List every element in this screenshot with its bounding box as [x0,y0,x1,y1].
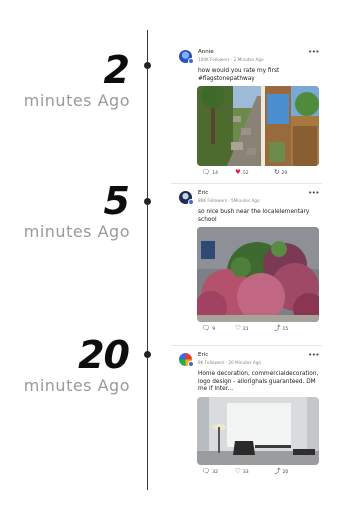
more-horizontal-icon[interactable]: ••• [308,189,319,197]
share-button[interactable]: ⤴ 15 [274,325,288,332]
username[interactable]: Annie [198,49,214,55]
timeline-dot [144,351,151,358]
share-count: 20 [282,469,289,475]
comment-button[interactable]: 🗨 14 [202,169,218,176]
comment-icon: 🗨 [202,168,211,176]
share-icon: ⤴ [274,324,281,332]
like-count: 21 [242,326,249,332]
post-image[interactable] [197,227,319,322]
comment-count: 14 [212,170,218,176]
comment-icon: 🗨 [202,324,211,332]
post-image[interactable] [197,396,319,465]
verified-badge-icon [188,58,194,64]
timeline-line [147,30,148,490]
post-meta: 100K Followers · 2 Minutes Ago [198,57,264,62]
like-button[interactable]: ♡ 33 [235,466,249,475]
more-horizontal-icon[interactable]: ••• [308,48,319,56]
post-divider [171,183,322,184]
post-caption: so nice bush near the localelementary sc… [198,209,310,223]
like-button[interactable]: ♥ 52 [235,169,249,176]
heart-icon: ♡ [235,324,241,332]
verified-badge-icon [188,361,194,367]
post-card[interactable]: Eric 86K Followers · 5Minutes Ago ••• so… [171,189,322,334]
post-meta: 8K Followers · 20 Minutes Ago [198,360,261,365]
share-icon: ↻ [274,168,280,176]
post-caption: Home decoration, commercialdecoration, l… [198,371,319,392]
heart-icon: ♥ [235,168,241,176]
share-count: 15 [282,326,289,332]
more-horizontal-icon[interactable]: ••• [308,351,319,359]
post-divider [171,345,322,346]
post-header: Annie 100K Followers · 2 Minutes Ago ••• [171,48,322,65]
timeline-dot [144,198,151,205]
time-number: 2 [103,48,130,92]
share-icon: ⤴ [274,466,281,475]
post-actions: 🗨 32 ♡ 33 ⤴ 20 [198,465,322,477]
like-count: 33 [242,469,249,475]
share-count: 29 [281,170,288,176]
username[interactable]: Eric [198,352,208,358]
like-button[interactable]: ♡ 21 [235,325,249,332]
comment-button[interactable]: 🗨 9 [202,325,215,332]
time-number: 20 [78,333,130,377]
comment-button[interactable]: 🗨 32 [202,466,218,475]
verified-badge-icon [188,199,194,205]
username[interactable]: Eric [198,190,208,196]
interior-image [197,396,319,465]
comment-count: 32 [212,469,218,475]
time-number: 5 [103,179,130,223]
post-actions: 🗨 9 ♡ 21 ⤴ 15 [198,322,322,334]
post-caption: how would you rate my first #flagstonepa… [198,68,280,82]
comment-count: 9 [212,326,216,332]
flagstone-pathway-image [197,86,319,166]
post-card[interactable]: Annie 100K Followers · 2 Minutes Ago •••… [171,48,322,178]
heart-icon: ♡ [235,466,241,475]
post-image[interactable] [197,86,319,166]
timeline-dot [144,62,151,69]
post-header: Eric 8K Followers · 20 Minutes Ago ••• [171,351,322,368]
post-card[interactable]: Eric 8K Followers · 20 Minutes Ago ••• H… [171,351,322,477]
time-unit: minutes Ago [23,91,130,110]
like-count: 52 [242,170,249,176]
bush-image [197,227,319,322]
post-meta: 86K Followers · 5Minutes Ago [198,198,260,203]
post-actions: 🗨 14 ♥ 52 ↻ 29 [198,166,322,178]
post-header: Eric 86K Followers · 5Minutes Ago ••• [171,189,322,206]
share-button[interactable]: ↻ 29 [274,169,287,176]
comment-icon: 🗨 [202,466,211,475]
share-button[interactable]: ⤴ 20 [274,466,289,475]
time-unit: minutes Ago [23,376,130,395]
time-unit: minutes Ago [23,222,130,241]
